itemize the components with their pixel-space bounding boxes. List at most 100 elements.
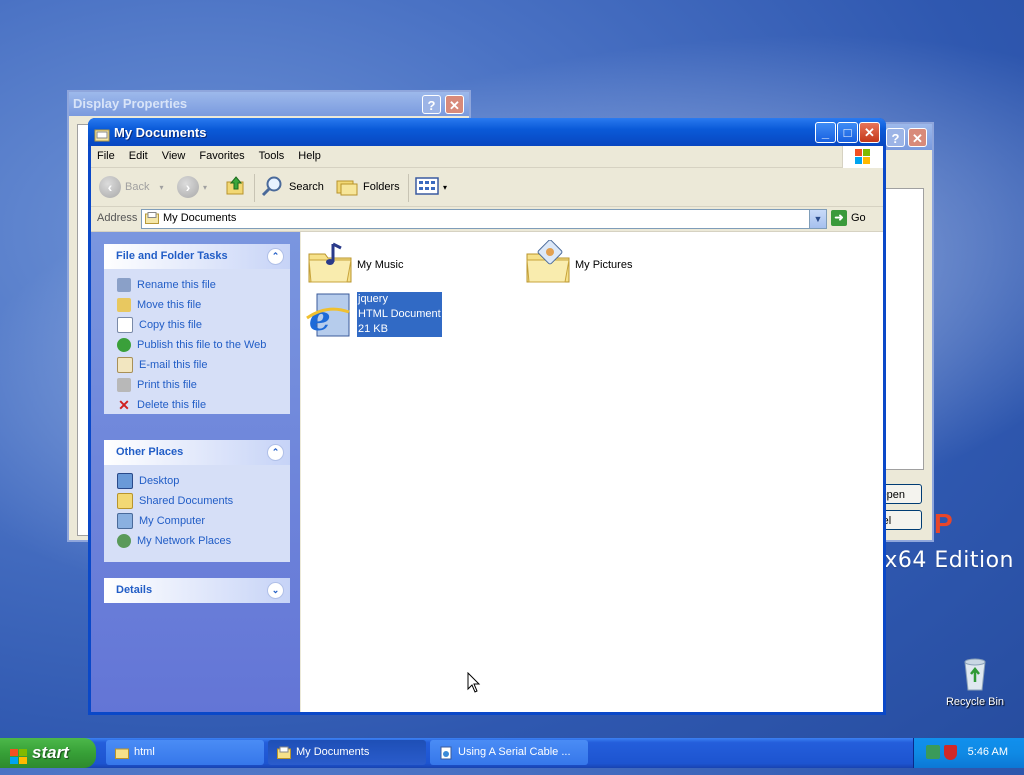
task-delete-file[interactable]: ✕ Delete this file <box>117 395 290 415</box>
up-folder-icon <box>225 175 247 200</box>
forward-button[interactable]: › ▾ <box>177 175 207 199</box>
close-button[interactable]: ✕ <box>445 95 464 114</box>
menu-favorites[interactable]: Favorites <box>192 146 251 167</box>
other-places-list: Desktop Shared Documents My Computer My … <box>104 465 290 559</box>
task-publish-web[interactable]: Publish this file to the Web <box>117 335 290 355</box>
menu-file[interactable]: File <box>91 146 122 167</box>
windows-logo-icon <box>842 146 883 168</box>
other-places-panel: Other Places ⌃ Desktop Shared Documents … <box>104 440 290 562</box>
move-icon <box>117 298 131 312</box>
task-copy-file[interactable]: Copy this file <box>117 315 290 335</box>
back-label: Back <box>125 181 150 193</box>
task-print-file[interactable]: Print this file <box>117 375 290 395</box>
clock[interactable]: 5:46 AM <box>968 746 1008 758</box>
rename-icon <box>117 278 131 292</box>
computer-icon <box>117 513 133 529</box>
system-tray: 5:46 AM <box>913 738 1024 768</box>
security-shield-icon[interactable] <box>944 745 957 760</box>
folder-my-music[interactable]: My Music <box>307 240 403 289</box>
folders-button[interactable]: Folders <box>335 175 400 199</box>
help-button[interactable]: ? <box>886 128 905 147</box>
up-folder-button[interactable] <box>225 175 247 199</box>
folder-icon <box>115 745 129 759</box>
search-label: Search <box>289 181 324 193</box>
place-shared-documents[interactable]: Shared Documents <box>117 491 290 511</box>
window-title-bar[interactable]: My Documents _ □ ✕ <box>88 118 886 146</box>
recycle-bin-label: Recycle Bin <box>945 696 1005 708</box>
place-label: My Computer <box>139 515 206 527</box>
task-label: Publish this file to the Web <box>137 339 267 351</box>
my-documents-window: My Documents _ □ ✕ File Edit View Favorites… <box>88 118 886 715</box>
details-header[interactable]: Details ⌄ <box>104 578 290 603</box>
folder-window-icon <box>94 123 110 142</box>
taskbar-button-serial-cable[interactable]: Using A Serial Cable ... <box>430 740 588 765</box>
place-my-network-places[interactable]: My Network Places <box>117 531 290 551</box>
place-my-computer[interactable]: My Computer <box>117 511 290 531</box>
globe-icon <box>117 338 131 352</box>
address-dropdown-icon[interactable]: ▼ <box>809 210 826 228</box>
go-label: Go <box>851 212 866 224</box>
maximize-button[interactable]: □ <box>837 122 858 143</box>
back-button[interactable]: ‹ Back ▾ <box>99 175 163 199</box>
delete-x-icon: ✕ <box>118 397 130 413</box>
email-icon <box>117 357 133 373</box>
display-properties-title: Display Properties <box>73 96 188 111</box>
forward-dropdown-icon[interactable]: ▾ <box>203 183 207 192</box>
views-dropdown-icon: ▾ <box>443 182 448 192</box>
task-label: E-mail this file <box>139 359 208 371</box>
file-folder-tasks-header[interactable]: File and Folder Tasks ⌃ <box>104 244 290 269</box>
file-details: jquery HTML Document 21 KB <box>357 292 442 337</box>
documents-folder-icon <box>145 212 159 224</box>
menu-tools[interactable]: Tools <box>252 146 292 167</box>
folder-my-pictures[interactable]: My Pictures <box>525 239 633 289</box>
windows-flag-icon <box>10 745 28 764</box>
close-button[interactable]: ✕ <box>908 128 927 147</box>
back-dropdown-icon[interactable]: ▾ <box>159 183 163 192</box>
collapse-chevron-icon[interactable]: ⌃ <box>267 248 284 265</box>
address-label: Address <box>97 212 138 224</box>
task-label: Print this file <box>137 379 197 391</box>
search-icon <box>261 175 285 200</box>
menu-edit[interactable]: Edit <box>122 146 155 167</box>
window-title: My Documents <box>114 125 207 140</box>
expand-chevron-icon[interactable]: ⌄ <box>267 582 284 599</box>
start-button[interactable]: start <box>0 738 96 768</box>
file-name: jquery <box>357 292 442 307</box>
menu-view[interactable]: View <box>155 146 193 167</box>
file-view: My Music My Pictures e jquery HTML Docum… <box>301 232 883 712</box>
place-label: Shared Documents <box>139 495 234 507</box>
details-title: Details <box>116 584 153 596</box>
collapse-chevron-icon[interactable]: ⌃ <box>267 444 284 461</box>
toolbar-separator <box>254 174 255 202</box>
task-email-file[interactable]: E-mail this file <box>117 355 290 375</box>
network-tray-icon[interactable] <box>926 745 940 759</box>
views-button[interactable]: ▾ <box>415 175 447 199</box>
task-label: Delete this file <box>137 399 207 411</box>
desktop-icon-recycle-bin[interactable]: Recycle Bin <box>940 656 1010 708</box>
start-label: start <box>32 743 69 762</box>
task-rename-file[interactable]: Rename this file <box>117 275 290 295</box>
printer-icon <box>117 378 131 392</box>
address-input[interactable]: My Documents ▼ <box>141 209 827 229</box>
go-button[interactable]: ➜ Go <box>831 210 866 226</box>
file-jquery-html[interactable]: e jquery HTML Document 21 KB <box>305 292 442 343</box>
taskbar-button-html[interactable]: html <box>106 740 264 765</box>
menu-bar: File Edit View Favorites Tools Help <box>91 146 883 168</box>
close-button[interactable]: ✕ <box>859 122 880 143</box>
taskbar-button-my-documents[interactable]: My Documents <box>268 740 426 765</box>
other-places-header[interactable]: Other Places ⌃ <box>104 440 290 465</box>
menu-help[interactable]: Help <box>291 146 328 167</box>
task-move-file[interactable]: Move this file <box>117 295 290 315</box>
search-button[interactable]: Search <box>261 175 324 199</box>
help-button[interactable]: ? <box>422 95 441 114</box>
display-properties-title-bar: Display Properties <box>69 92 469 116</box>
internet-explorer-document-icon: e <box>305 292 355 343</box>
address-bar: Address My Documents ▼ ➜ Go <box>91 207 883 232</box>
minimize-button[interactable]: _ <box>815 122 836 143</box>
standard-toolbar: ‹ Back ▾ › ▾ Search Folders ▾ <box>91 168 883 207</box>
folder-label: My Pictures <box>575 259 633 271</box>
window-client-area: File Edit View Favorites Tools Help ‹ Back ▾ … <box>91 146 883 712</box>
web-page-icon <box>439 745 453 760</box>
taskbar: start html My Documents Using A Serial C… <box>0 738 1024 768</box>
place-desktop[interactable]: Desktop <box>117 471 290 491</box>
